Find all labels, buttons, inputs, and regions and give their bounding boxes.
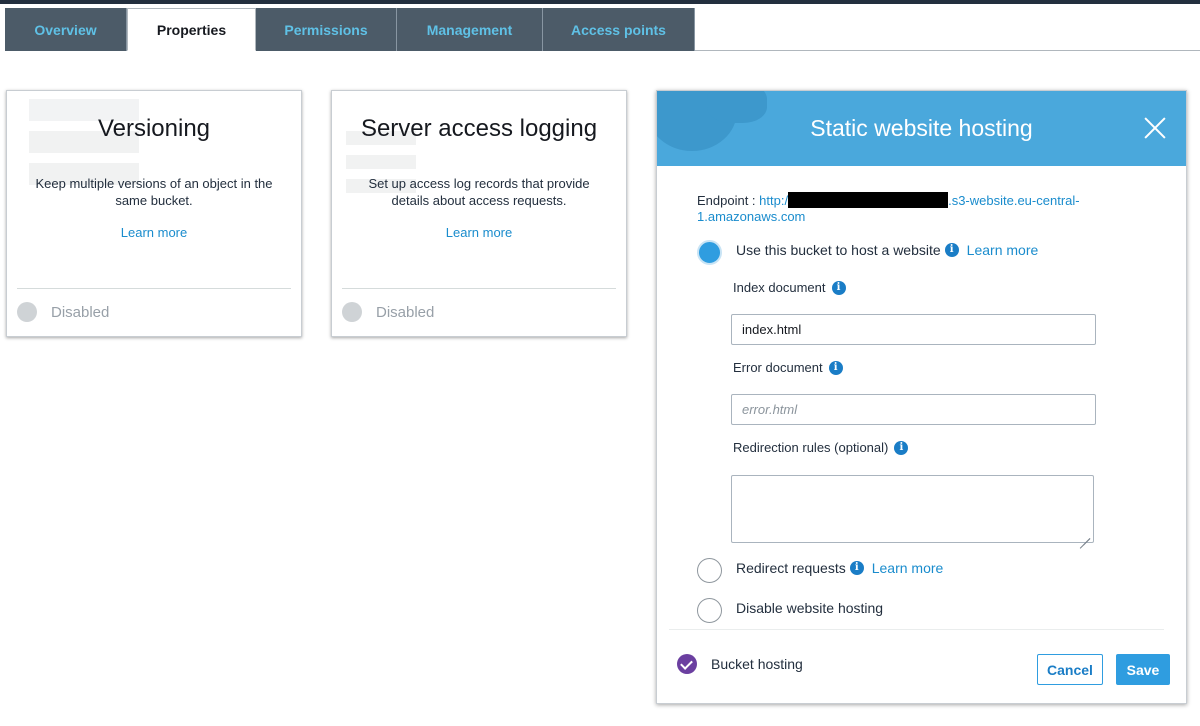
static-website-hosting-panel: Static website hosting Endpoint : http:/… xyxy=(656,90,1187,704)
endpoint-text: Endpoint : http:/.s3-website.eu-central-… xyxy=(697,192,1117,225)
info-icon[interactable]: i xyxy=(894,440,909,455)
endpoint-label: Endpoint : xyxy=(697,193,756,208)
index-document-input[interactable] xyxy=(731,314,1096,345)
check-icon xyxy=(677,654,697,674)
tab-permissions[interactable]: Permissions xyxy=(256,8,397,51)
info-icon[interactable]: i xyxy=(828,360,843,375)
disable-hosting-option: Disable website hosting xyxy=(736,600,883,616)
endpoint-link-prefix: http:/ xyxy=(759,193,789,208)
info-icon[interactable]: i xyxy=(831,280,846,295)
redacted-bucket-name xyxy=(788,192,949,208)
logging-learn-more-link[interactable]: Learn more xyxy=(332,225,626,240)
versioning-status-text: Disabled xyxy=(51,303,110,321)
redirect-requests-radio[interactable] xyxy=(697,558,722,583)
status-dot-icon xyxy=(342,302,362,322)
panel-header: Static website hosting xyxy=(657,91,1186,166)
redirection-rules-textarea[interactable] xyxy=(731,475,1094,543)
tab-properties[interactable]: Properties xyxy=(127,8,256,51)
tab-overview[interactable]: Overview xyxy=(5,8,127,51)
logging-card[interactable]: Server access logging Set up access log … xyxy=(331,90,627,337)
host-website-label: Use this bucket to host a website xyxy=(736,242,941,258)
index-document-label: Index document xyxy=(733,280,826,295)
host-website-radio[interactable] xyxy=(697,240,722,265)
resize-handle-icon[interactable] xyxy=(1076,525,1091,549)
logging-description: Set up access log records that provide d… xyxy=(368,176,590,208)
card-divider xyxy=(342,288,616,289)
card-divider xyxy=(17,288,291,289)
save-button[interactable]: Save xyxy=(1116,654,1170,685)
versioning-status: Disabled xyxy=(17,302,109,322)
redirect-requests-option: Redirect requests i Learn more xyxy=(736,560,943,576)
host-website-learn-more-link[interactable]: Learn more xyxy=(967,242,1039,258)
disable-hosting-radio[interactable] xyxy=(697,598,722,623)
redirection-rules-label: Redirection rules (optional) xyxy=(733,440,889,455)
panel-title: Static website hosting xyxy=(810,115,1033,141)
close-icon[interactable] xyxy=(1144,117,1166,139)
tab-management[interactable]: Management xyxy=(397,8,543,51)
index-document-label-row: Index document i xyxy=(733,280,846,295)
redirect-requests-label: Redirect requests xyxy=(736,560,846,576)
logging-status: Disabled xyxy=(342,302,434,322)
error-document-input[interactable] xyxy=(731,394,1096,425)
top-bar xyxy=(0,0,1200,4)
tab-access-points[interactable]: Access points xyxy=(543,8,695,51)
status-dot-icon xyxy=(17,302,37,322)
logging-status-text: Disabled xyxy=(376,303,435,321)
tab-bar: Overview Properties Permissions Manageme… xyxy=(5,8,1200,51)
card-background-graphic xyxy=(332,91,467,241)
versioning-title: Versioning xyxy=(97,115,211,142)
bucket-hosting-label: Bucket hosting xyxy=(711,656,803,672)
error-document-label-row: Error document i xyxy=(733,360,843,375)
redirect-requests-learn-more-link[interactable]: Learn more xyxy=(872,560,944,576)
disable-hosting-label: Disable website hosting xyxy=(736,600,884,616)
versioning-description: Keep multiple versions of an object in t… xyxy=(35,176,273,208)
versioning-card[interactable]: Versioning Keep multiple versions of an … xyxy=(6,90,302,337)
host-website-option: Use this bucket to host a website i Lear… xyxy=(736,242,1038,258)
panel-divider xyxy=(669,629,1164,630)
info-icon[interactable]: i xyxy=(849,561,864,575)
card-background-graphic xyxy=(7,91,142,241)
logging-title: Server access logging xyxy=(360,115,598,142)
info-icon[interactable]: i xyxy=(944,243,959,257)
versioning-learn-more-link[interactable]: Learn more xyxy=(7,225,301,240)
redirection-rules-label-row: Redirection rules (optional) i xyxy=(733,440,909,455)
error-document-label: Error document xyxy=(733,360,823,375)
cancel-button[interactable]: Cancel xyxy=(1037,654,1103,685)
